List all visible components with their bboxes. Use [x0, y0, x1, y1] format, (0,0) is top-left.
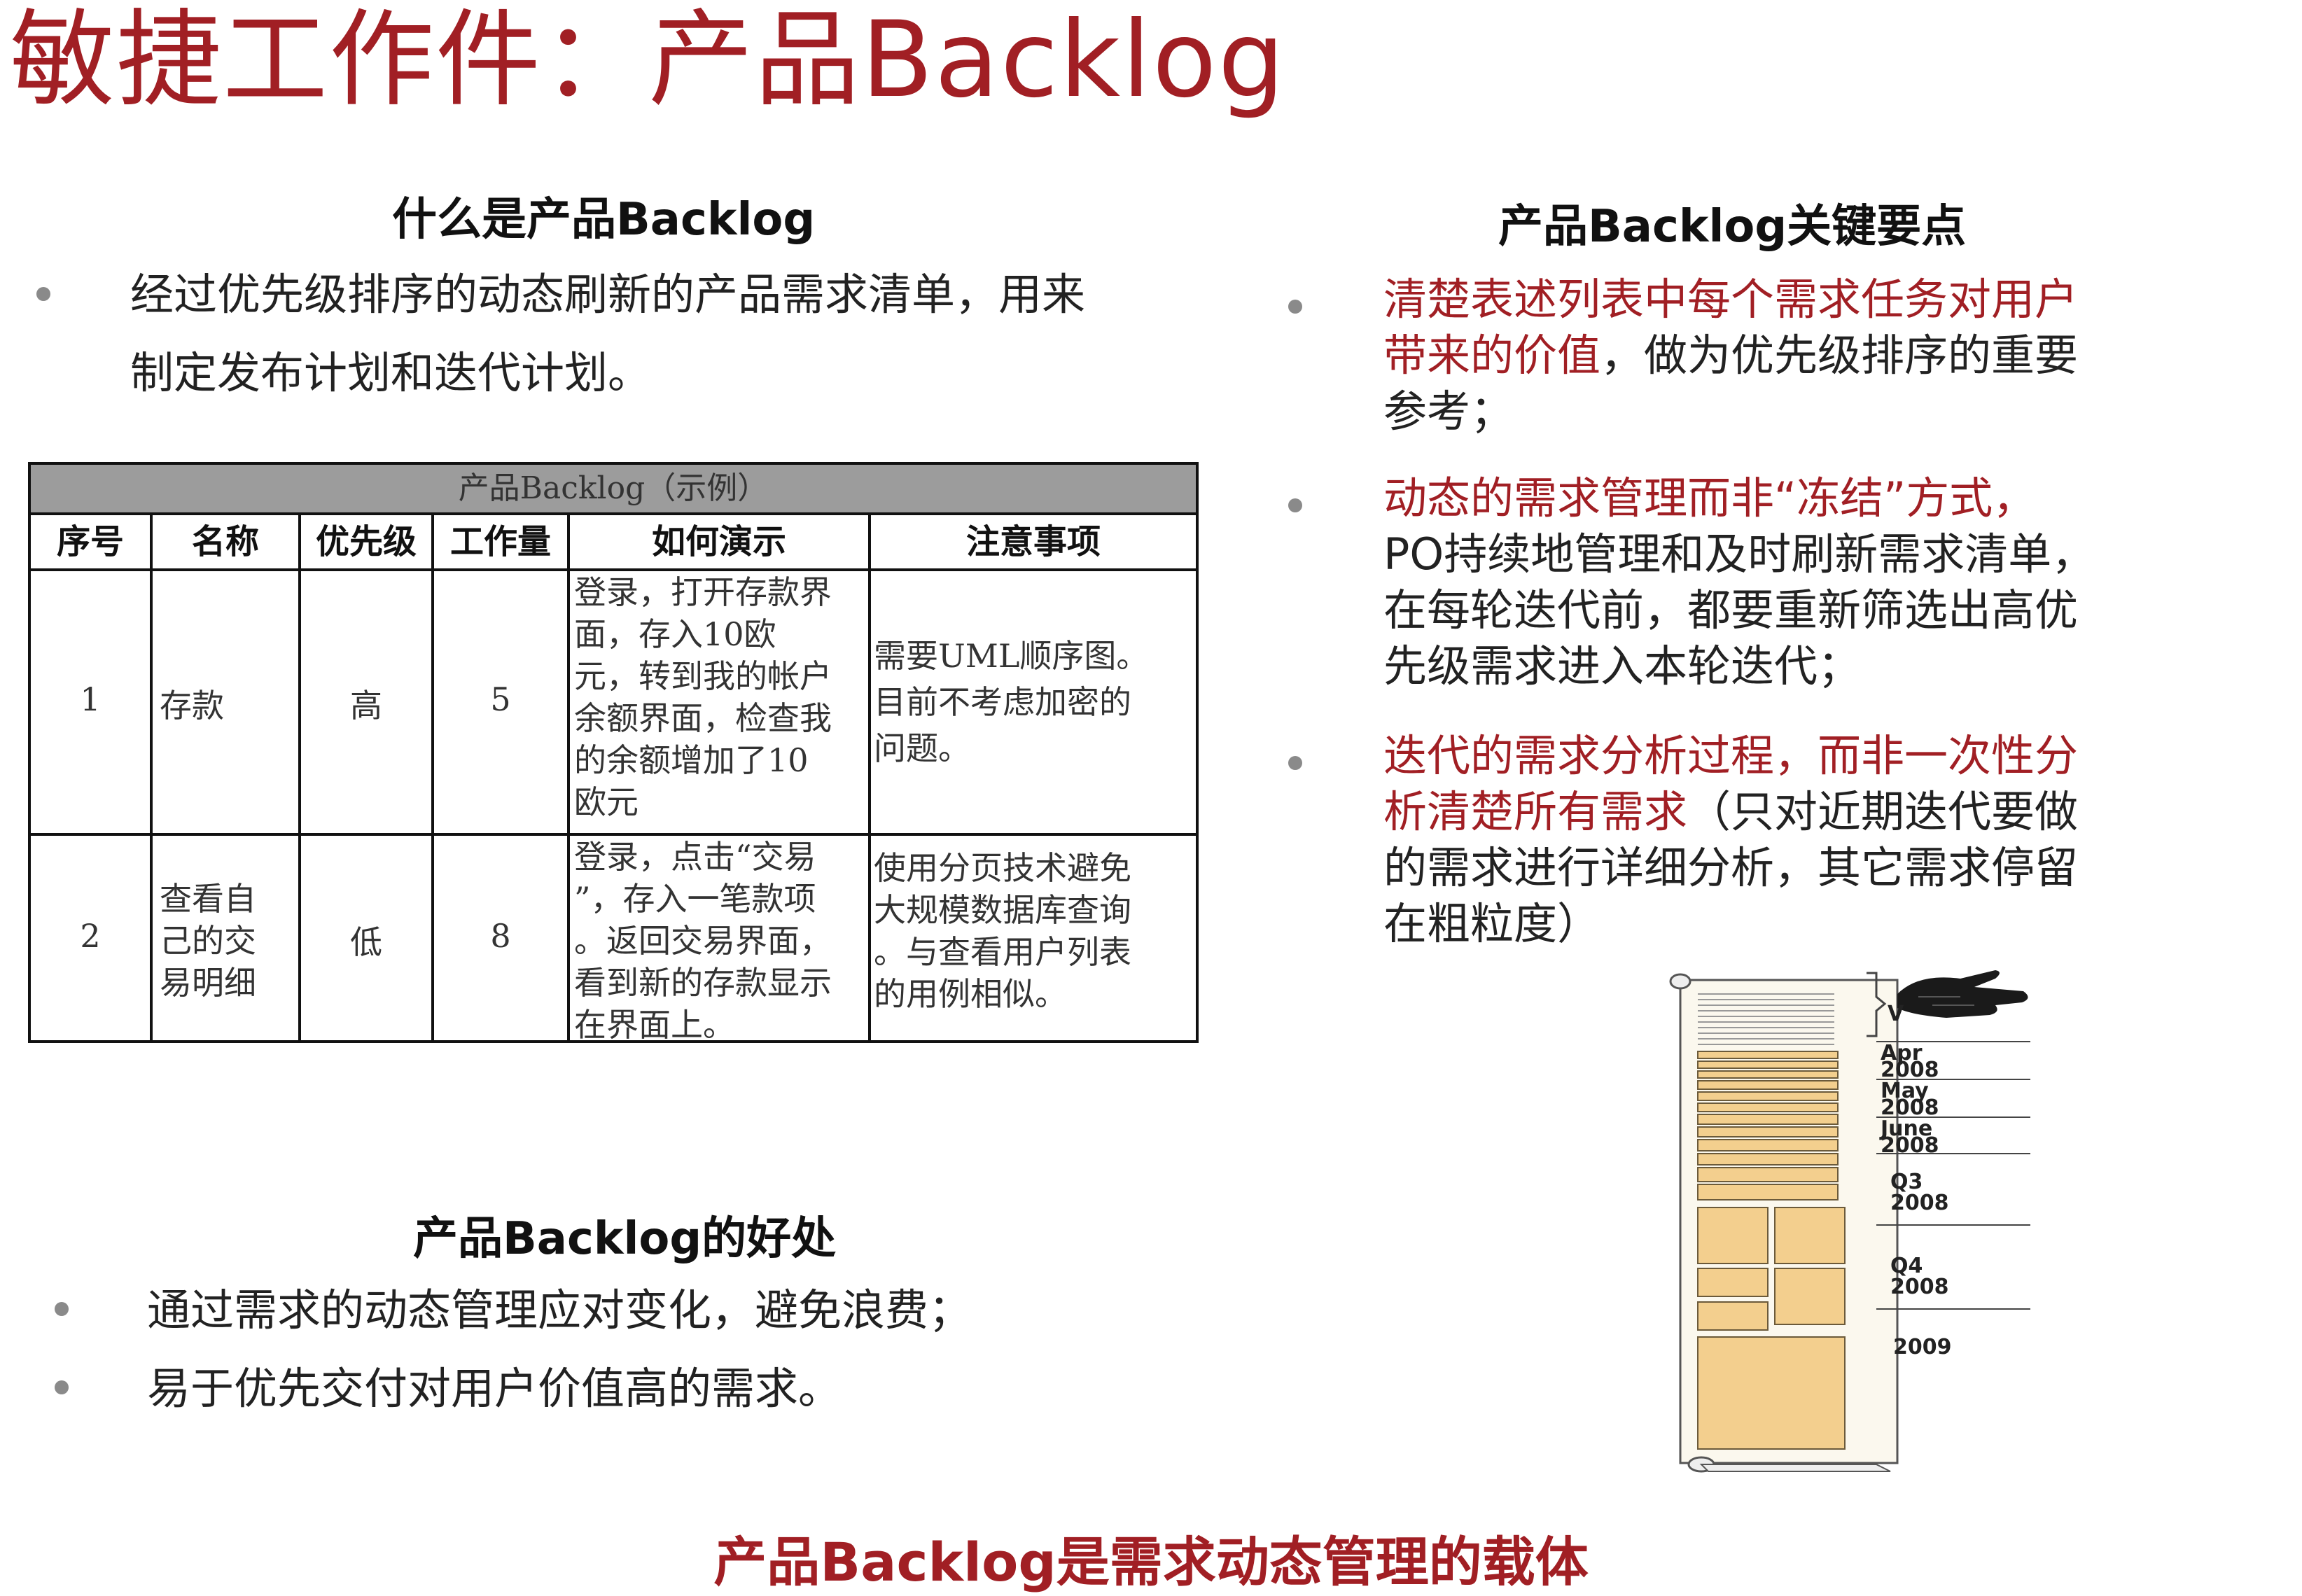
- row-demo-line: 登录，打开存款界: [574, 573, 832, 611]
- row-demo-line: 面，存入10欧: [574, 615, 776, 653]
- row-effort: 8: [490, 917, 511, 955]
- row-name-line: 己的交: [160, 922, 256, 960]
- keypoint-line: 的需求进行详细分析，其它需求停留: [1383, 842, 2079, 893]
- row-demo-line: 余额界面，检查我: [574, 699, 832, 737]
- what-line-1: 经过优先级排序的动态刷新的产品需求清单，用来: [130, 269, 1086, 320]
- keypoint-text-red: 带来的价值: [1383, 330, 1601, 381]
- table-divider: [431, 512, 434, 1040]
- timeline-label: 2009: [1893, 1335, 1952, 1359]
- row-no: 1: [80, 680, 101, 718]
- table-divider: [868, 512, 871, 1040]
- v-label: V: [1888, 1002, 1904, 1026]
- timeline-label: 2008: [1890, 1191, 1949, 1215]
- keypoint-line: 在每轮迭代前，都要重新筛选出高优: [1383, 584, 2079, 636]
- row-notes: 需要UML顺序图。 目前不考虑加密的 问题。: [874, 633, 1148, 771]
- row-notes-line: 使用分页技术避免: [874, 849, 1131, 887]
- keypoint-text: ，做为优先级排序的重要: [1600, 330, 2079, 381]
- pointing-hand-icon: [1897, 970, 2028, 1018]
- row-name-line: 易明细: [160, 964, 256, 1002]
- benefits-heading: 产品Backlog的好处: [413, 1213, 837, 1265]
- backlog-scroll-illustration: V Apr 2008 May 2008 June 2008 Q3 2008 Q4…: [1669, 970, 2030, 1473]
- keypoint-text-red: 析清楚所有需求: [1383, 786, 1688, 837]
- row-priority: 高: [350, 687, 382, 724]
- what-heading: 什么是产品Backlog: [392, 194, 816, 246]
- table-caption: 产品Backlog（示例）: [31, 465, 1196, 515]
- col-header-demo: 如何演示: [651, 522, 786, 561]
- keypoints-heading: 产品Backlog关键要点: [1498, 201, 1967, 253]
- keypoint-line-red: 清楚表述列表中每个需求任务对用户: [1383, 274, 2079, 325]
- row-demo-line: 看到新的存款显示: [574, 964, 832, 1002]
- keypoint-line-red: 动态的需求管理而非“冻结”方式，: [1383, 472, 2037, 524]
- col-header-effort: 工作量: [449, 522, 551, 561]
- keypoint-line-red: 迭代的需求分析过程，而非一次性分: [1383, 730, 2079, 781]
- timeline-label: 2008: [1881, 1133, 1939, 1158]
- bullet-dot: [1288, 300, 1302, 314]
- scroll-curl-top: [1669, 973, 1691, 990]
- table-divider: [567, 512, 570, 1040]
- col-header-priority: 优先级: [315, 522, 417, 561]
- footer-tagline: 产品Backlog是需求动态管理的载体: [713, 1531, 1589, 1593]
- table-divider: [150, 512, 153, 1040]
- row-no: 2: [80, 917, 101, 955]
- keypoint-line: 析清楚所有需求（只对近期迭代要做: [1383, 784, 2078, 840]
- keypoint-line: PO持续地管理和及时刷新需求清单，: [1383, 528, 2095, 580]
- row-notes-line: 大规模数据库查询: [874, 891, 1131, 929]
- col-header-name: 名称: [191, 522, 259, 561]
- row-notes-line: 。与查看用户列表: [874, 933, 1131, 971]
- row-demo-line: 欧元: [574, 783, 639, 821]
- row-notes: 使用分页技术避免 大规模数据库查询 。与查看用户列表 的用例相似。: [874, 847, 1131, 1015]
- row-demo-line: 。返回交易界面，: [574, 922, 832, 960]
- bullet-dot: [1288, 756, 1302, 770]
- keypoint-3: 迭代的需求分析过程，而非一次性分 析清楚所有需求（只对近期迭代要做 的需求进行详…: [1383, 728, 2078, 952]
- row-priority: 低: [350, 923, 382, 961]
- timeline-label: 2008: [1890, 1275, 1949, 1299]
- keypoint-line: 在粗粒度）: [1383, 898, 1601, 949]
- benefit-item: 通过需求的动态管理应对变化，避免浪费；: [147, 1284, 972, 1336]
- row-demo-line: 在界面上。: [574, 1006, 735, 1044]
- bullet-dot: [1288, 498, 1302, 512]
- row-notes-line: 目前不考虑加密的: [874, 683, 1131, 721]
- page-title: 敏捷工作件：产品Backlog: [10, 0, 1286, 121]
- keypoint-text: （只对近期迭代要做: [1687, 786, 2079, 837]
- keypoint-line: 带来的价值，做为优先级排序的重要: [1383, 328, 2078, 384]
- keypoint-1: 清楚表述列表中每个需求任务对用户 带来的价值，做为优先级排序的重要 参考；: [1383, 272, 2078, 440]
- keypoint-line: 参考；: [1383, 386, 1514, 437]
- row-demo-line: ”，存入一笔款项: [574, 880, 816, 918]
- benefit-item: 易于优先交付对用户价值高的需求。: [147, 1363, 842, 1414]
- row-notes-line: 问题。: [874, 729, 970, 767]
- col-header-no: 序号: [56, 522, 124, 561]
- row-demo: 登录，点击“交易 ”，存入一笔款项 。返回交易界面， 看到新的存款显示 在界面上…: [574, 836, 832, 1046]
- row-name: 存款: [160, 687, 224, 724]
- row-demo-line: 的余额增加了10: [574, 741, 809, 779]
- keypoint-2: 动态的需求管理而非“冻结”方式， PO持续地管理和及时刷新需求清单， 在每轮迭代…: [1383, 470, 2095, 694]
- row-name-line: 查看自: [160, 880, 256, 918]
- row-demo: 登录，打开存款界 面，存入10欧 元，转到我的帐户 余额界面，检查我 的余额增加…: [574, 571, 832, 823]
- bullet-dot: [55, 1302, 69, 1316]
- row-demo-line: 元，转到我的帐户: [574, 657, 832, 695]
- row-name: 查看自 己的交 易明细: [160, 878, 256, 1004]
- row-demo-line: 登录，点击“交易: [574, 838, 816, 876]
- keypoint-line: 先级需求进入本轮迭代；: [1383, 640, 1862, 692]
- what-line-2: 制定发布计划和迭代计划。: [130, 347, 652, 398]
- row-effort: 5: [490, 680, 511, 718]
- bullet-dot: [55, 1380, 69, 1394]
- col-header-notes: 注意事项: [965, 522, 1101, 561]
- row-notes-line: 需要UML顺序图。: [874, 637, 1149, 675]
- row-notes-line: 的用例相似。: [874, 975, 1067, 1013]
- bullet-dot: [36, 287, 50, 301]
- scroll-roll: [1699, 1464, 1891, 1472]
- backlog-table: 产品Backlog（示例） 序号 名称 优先级 工作量 如何演示 注意事项 1 …: [28, 462, 1199, 1046]
